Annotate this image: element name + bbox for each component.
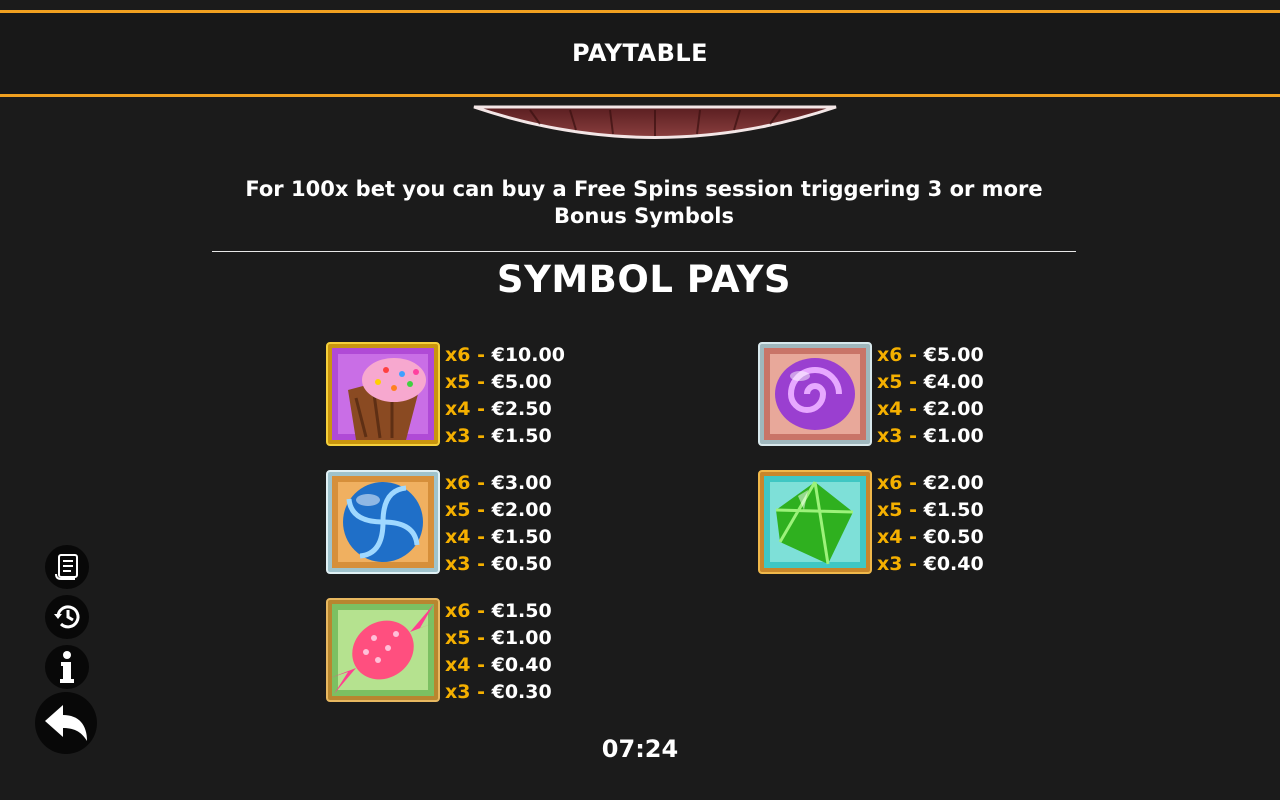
symbol-count: x4 -	[877, 526, 924, 548]
symbol-pays-heading: SYMBOL PAYS	[496, 258, 792, 301]
clock-time: 07:24	[601, 735, 679, 763]
symbol-pay-entry: x6 - €1.50 x5 - €1.00 x4 - €0.40 x3 - €0…	[326, 598, 646, 704]
pay-list: x6 - €3.00 x5 - €2.00 x4 - €1.50 x3 - €0…	[445, 470, 552, 578]
pay-row: x4 - €1.50	[445, 524, 552, 551]
payout-amount: €0.50	[923, 526, 984, 548]
rules-scroll-icon	[55, 554, 78, 580]
symbol-pay-entry: x6 - €5.00 x5 - €4.00 x4 - €2.00 x3 - €1…	[758, 342, 1078, 448]
pay-row: x5 - €1.50	[877, 497, 984, 524]
symbol-count: x6 -	[445, 344, 492, 366]
page-title: PAYTABLE	[571, 39, 709, 67]
payout-amount: €0.40	[923, 553, 984, 575]
rules-button[interactable]	[45, 545, 89, 589]
header-bottom-border	[0, 94, 1280, 97]
pay-row: x3 - €1.50	[445, 423, 565, 450]
payout-amount: €1.00	[491, 627, 552, 649]
bonus-bowl-image	[473, 105, 837, 139]
payout-amount: €1.00	[923, 425, 984, 447]
symbol-count: x6 -	[877, 472, 924, 494]
pay-row: x6 - €3.00	[445, 470, 552, 497]
section-divider	[212, 251, 1076, 252]
symbol-count: x5 -	[445, 371, 492, 393]
pay-row: x5 - €5.00	[445, 369, 565, 396]
pay-list: x6 - €1.50 x5 - €1.00 x4 - €0.40 x3 - €0…	[445, 598, 552, 706]
symbol-count: x6 -	[445, 600, 492, 622]
pay-list: x6 - €10.00 x5 - €5.00 x4 - €2.50 x3 - €…	[445, 342, 565, 450]
payout-amount: €5.00	[923, 344, 984, 366]
pink-wrapped-candy-icon	[326, 598, 440, 702]
payout-amount: €1.50	[491, 526, 552, 548]
pay-row: x3 - €0.30	[445, 679, 552, 706]
pay-row: x6 - €10.00	[445, 342, 565, 369]
pay-row: x4 - €0.50	[877, 524, 984, 551]
history-icon	[54, 605, 80, 629]
symbol-count: x6 -	[877, 344, 924, 366]
payout-amount: €2.00	[923, 398, 984, 420]
payout-amount: €1.50	[923, 499, 984, 521]
payout-amount: €1.50	[491, 425, 552, 447]
green-gem-candy-icon	[758, 470, 872, 574]
symbol-count: x4 -	[445, 654, 492, 676]
symbol-count: x5 -	[877, 371, 924, 393]
symbol-pay-entry: x6 - €2.00 x5 - €1.50 x4 - €0.50 x3 - €0…	[758, 470, 1078, 576]
symbol-count: x3 -	[445, 681, 492, 703]
symbol-pay-entry: x6 - €10.00 x5 - €5.00 x4 - €2.50 x3 - €…	[326, 342, 646, 448]
pay-row: x4 - €2.00	[877, 396, 984, 423]
payout-amount: €2.50	[491, 398, 552, 420]
pay-row: x6 - €2.00	[877, 470, 984, 497]
history-button[interactable]	[45, 595, 89, 639]
symbol-count: x5 -	[445, 499, 492, 521]
pay-row: x3 - €0.40	[877, 551, 984, 578]
cupcake-icon	[326, 342, 440, 446]
blue-lollipop-candy-icon	[326, 470, 440, 574]
symbol-pay-entry: x6 - €3.00 x5 - €2.00 x4 - €1.50 x3 - €0…	[326, 470, 646, 576]
payout-amount: €4.00	[923, 371, 984, 393]
symbol-count: x3 -	[445, 553, 492, 575]
symbol-count: x4 -	[445, 526, 492, 548]
pay-list: x6 - €5.00 x5 - €4.00 x4 - €2.00 x3 - €1…	[877, 342, 984, 450]
pay-row: x4 - €0.40	[445, 652, 552, 679]
symbol-count: x3 -	[877, 425, 924, 447]
pay-row: x5 - €2.00	[445, 497, 552, 524]
payout-amount: €0.30	[491, 681, 552, 703]
payout-amount: €0.40	[491, 654, 552, 676]
payout-amount: €10.00	[491, 344, 565, 366]
pay-row: x5 - €4.00	[877, 369, 984, 396]
symbol-count: x4 -	[445, 398, 492, 420]
pay-row: x6 - €1.50	[445, 598, 552, 625]
info-button[interactable]	[45, 645, 89, 689]
pay-row: x3 - €0.50	[445, 551, 552, 578]
symbol-count: x3 -	[445, 425, 492, 447]
info-icon	[60, 651, 74, 683]
symbol-count: x6 -	[445, 472, 492, 494]
purple-swirl-candy-icon	[758, 342, 872, 446]
header-bar: PAYTABLE	[0, 13, 1280, 94]
symbol-count: x5 -	[445, 627, 492, 649]
payout-amount: €5.00	[491, 371, 552, 393]
payout-amount: €0.50	[491, 553, 552, 575]
payout-amount: €2.00	[491, 499, 552, 521]
symbol-count: x4 -	[877, 398, 924, 420]
pay-row: x6 - €5.00	[877, 342, 984, 369]
payout-amount: €3.00	[491, 472, 552, 494]
bonus-buy-note: For 100x bet you can buy a Free Spins se…	[245, 177, 1043, 228]
symbol-count: x3 -	[877, 553, 924, 575]
pay-row: x3 - €1.00	[877, 423, 984, 450]
pay-list: x6 - €2.00 x5 - €1.50 x4 - €0.50 x3 - €0…	[877, 470, 984, 578]
pay-row: x5 - €1.00	[445, 625, 552, 652]
pay-row: x4 - €2.50	[445, 396, 565, 423]
symbol-count: x5 -	[877, 499, 924, 521]
payout-amount: €2.00	[923, 472, 984, 494]
payout-amount: €1.50	[491, 600, 552, 622]
